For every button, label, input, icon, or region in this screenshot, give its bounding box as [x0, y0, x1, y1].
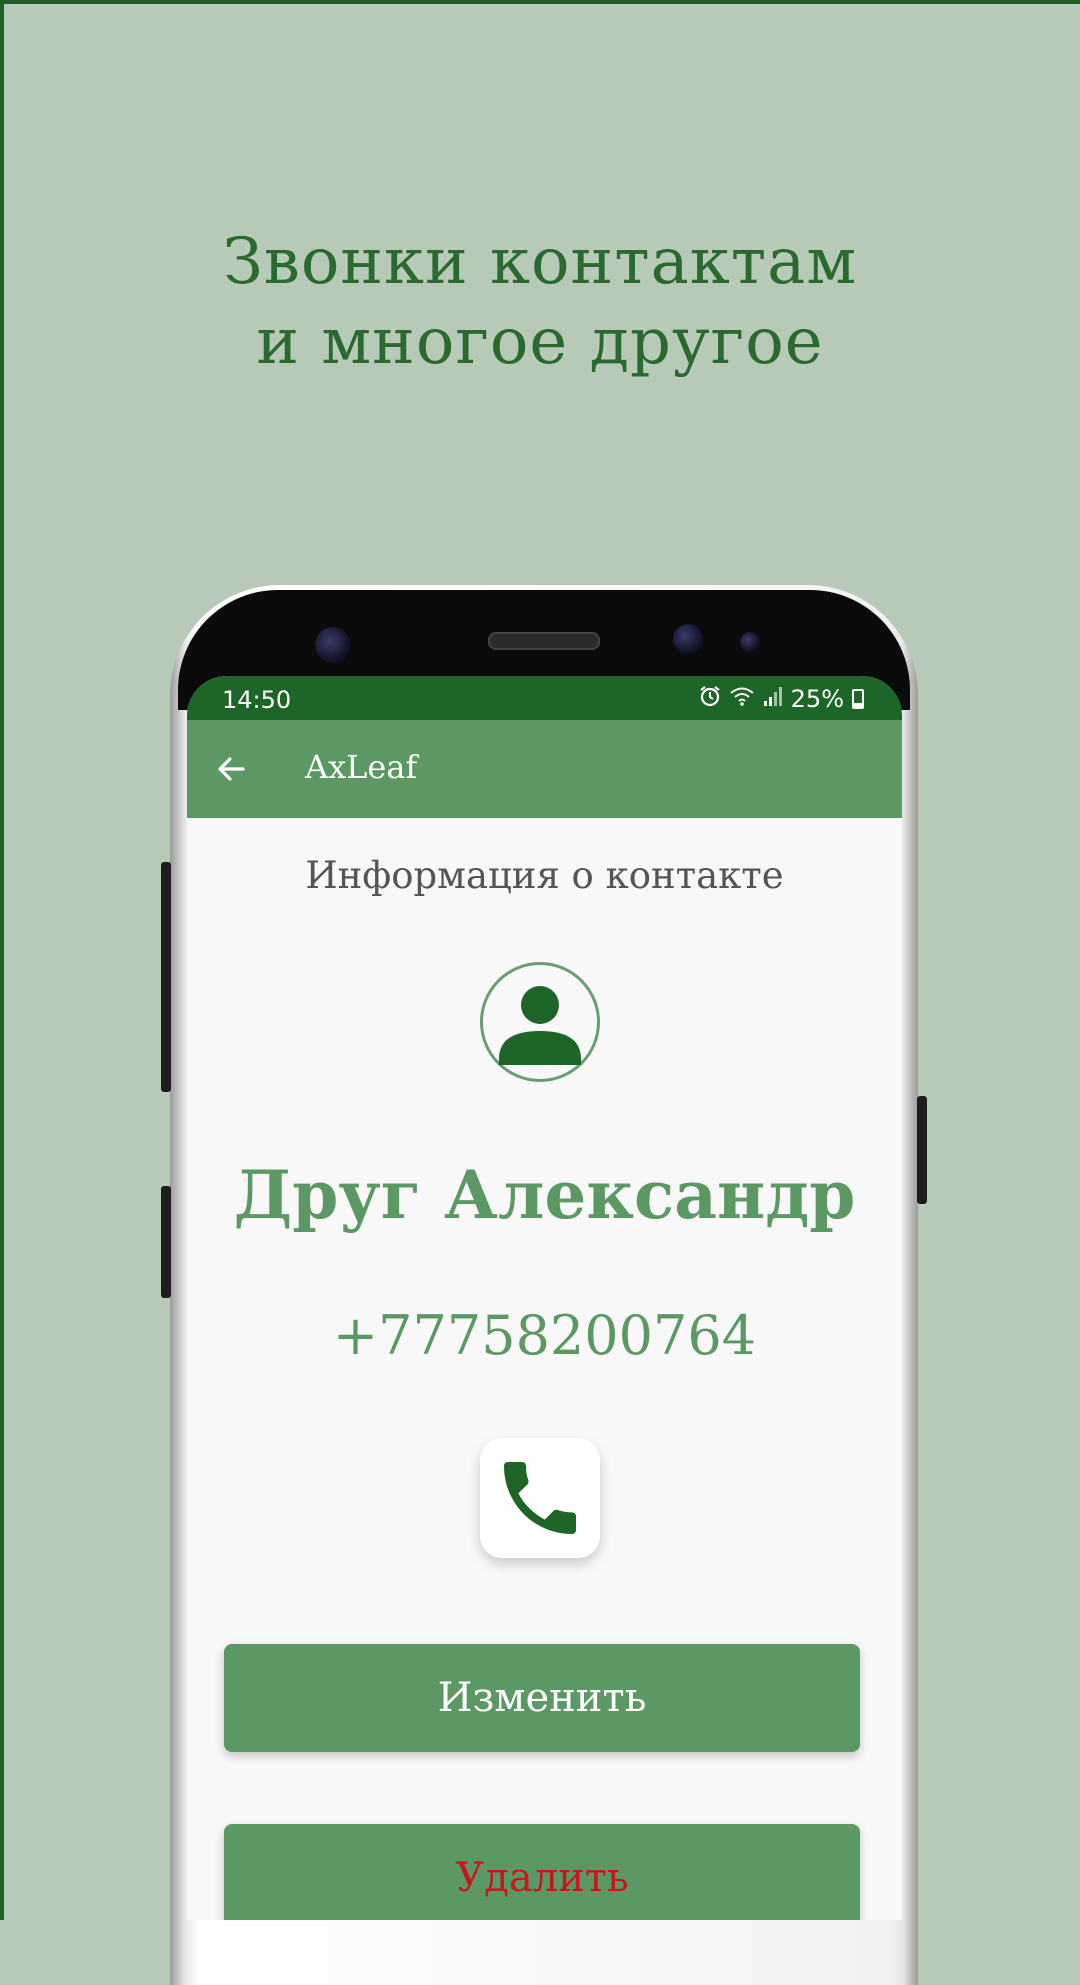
contact-name: Друг Александр — [233, 1156, 856, 1234]
battery-icon — [852, 689, 864, 709]
signal-icon — [763, 685, 783, 713]
phone-volume-button — [161, 862, 171, 1092]
alarm-icon — [699, 685, 721, 713]
status-icons: 25% — [699, 685, 864, 713]
app-bar: AxLeaf — [187, 720, 902, 818]
phone-front-camera — [673, 624, 703, 654]
arrow-left-icon[interactable] — [215, 753, 247, 785]
contact-phone-number: +77758200764 — [332, 1304, 757, 1367]
status-time: 14:50 — [222, 686, 292, 714]
promo-headline-line2: и многое другое — [256, 305, 824, 379]
promo-headline: Звонки контактам и многое другое — [0, 222, 1080, 382]
phone-iris-sensor — [740, 632, 760, 652]
phone-icon — [504, 1462, 576, 1534]
person-icon — [499, 986, 581, 1065]
wifi-icon — [729, 685, 755, 713]
app-title: AxLeaf — [305, 748, 418, 786]
delete-button[interactable]: Удалить — [224, 1824, 860, 1920]
phone-sensor — [315, 627, 351, 663]
phone-bixby-button — [161, 1186, 171, 1298]
contact-avatar — [480, 962, 600, 1082]
section-title: Информация о контакте — [305, 854, 784, 897]
status-bar: 14:50 25% — [187, 676, 902, 720]
promo-headline-line1: Звонки контактам — [222, 225, 858, 299]
phone-earpiece — [488, 632, 600, 650]
phone-power-button — [917, 1096, 927, 1204]
edit-button[interactable]: Изменить — [224, 1644, 860, 1752]
battery-percent: 25% — [790, 685, 844, 713]
call-button[interactable] — [480, 1438, 600, 1558]
phone-screen: 14:50 25% AxLeaf Информация о контакте Д… — [187, 676, 902, 1920]
